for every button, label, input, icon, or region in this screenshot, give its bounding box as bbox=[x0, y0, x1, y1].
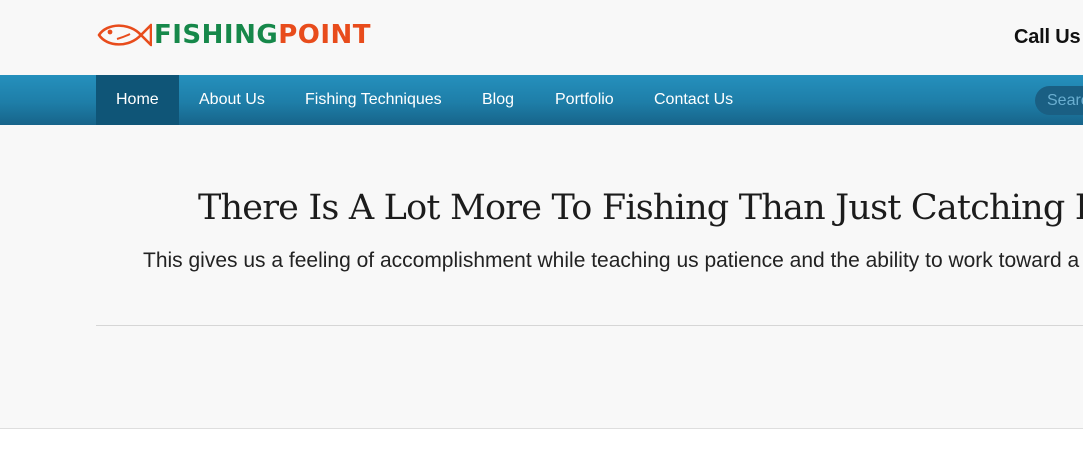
fish-icon bbox=[96, 20, 152, 50]
logo-text-fishing: FISHING bbox=[154, 20, 279, 50]
call-us-label: Call Us bbox=[1014, 26, 1081, 48]
nav-item-portfolio[interactable]: Portfolio bbox=[555, 75, 614, 125]
section-divider bbox=[0, 428, 1083, 429]
site-header: FISHINGPOINT Call Us bbox=[0, 0, 1083, 75]
hero-section: There Is A Lot More To Fishing Than Just… bbox=[0, 125, 1083, 428]
logo-text-point: POINT bbox=[278, 20, 372, 50]
nav-item-about-us[interactable]: About Us bbox=[199, 75, 265, 125]
main-nav: Home About Us Fishing Techniques Blog Po… bbox=[0, 75, 1083, 125]
nav-item-fishing-techniques[interactable]: Fishing Techniques bbox=[305, 75, 442, 125]
hero-subtitle: This gives us a feeling of accomplishmen… bbox=[143, 249, 1083, 272]
nav-item-home[interactable]: Home bbox=[96, 75, 179, 125]
nav-item-blog[interactable]: Blog bbox=[482, 75, 514, 125]
hero-divider bbox=[96, 325, 1083, 326]
page: FISHINGPOINT Call Us Home About Us Fishi… bbox=[0, 0, 1083, 460]
search-input[interactable] bbox=[1035, 86, 1083, 115]
hero-title: There Is A Lot More To Fishing Than Just… bbox=[198, 188, 1083, 228]
nav-item-contact-us[interactable]: Contact Us bbox=[654, 75, 733, 125]
site-logo[interactable]: FISHINGPOINT bbox=[96, 18, 371, 52]
logo-wordmark: FISHINGPOINT bbox=[154, 18, 371, 52]
